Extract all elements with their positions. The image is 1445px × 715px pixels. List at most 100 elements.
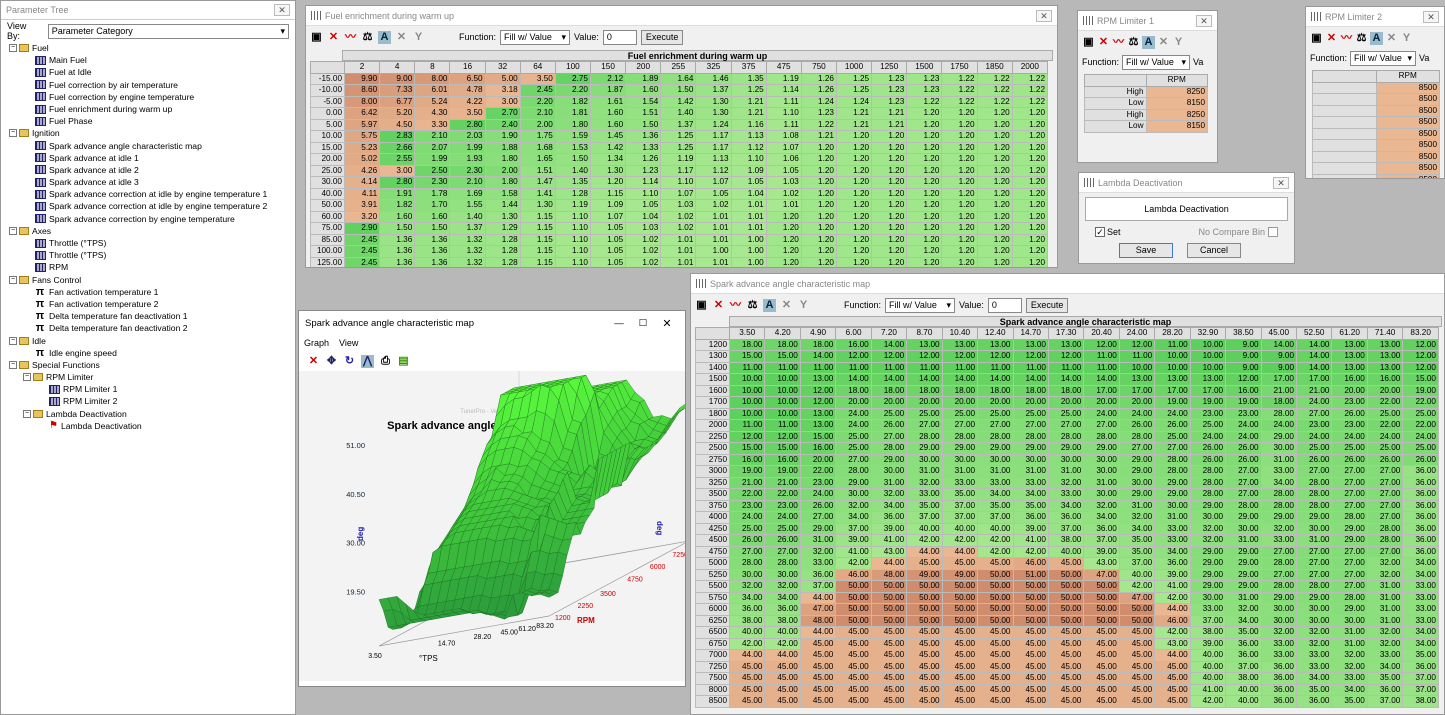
table-cell[interactable]: 1.36 [414,256,451,267]
table-cell[interactable]: 1.07 [589,210,627,223]
table-cell[interactable]: 1.20 [1011,118,1049,131]
close-icon[interactable]: ✕ [1196,14,1212,27]
table-cell[interactable]: 10.00 [728,384,766,397]
table-cell[interactable]: 50.00 [977,603,1014,616]
table-cell[interactable]: 42.00 [906,534,943,547]
table-cell[interactable]: 1.19 [660,153,697,166]
table-cell[interactable]: 1.20 [1011,130,1049,143]
table-cell[interactable]: 1.28 [484,233,521,246]
collapse-icon[interactable]: − [9,360,17,369]
table-cell[interactable]: 1.20 [835,210,873,223]
table-cell[interactable]: 50.00 [1012,580,1049,593]
table-cell[interactable]: 34.00 [728,591,766,604]
table-cell[interactable]: 1.80 [554,118,591,131]
table-cell[interactable]: 4.11 [343,187,381,200]
table-cell[interactable]: 28.00 [1260,488,1298,501]
table-cell[interactable]: 13.00 [799,407,837,420]
table-cell[interactable]: 50.00 [1047,603,1085,616]
table-cell[interactable]: 1.20 [906,118,943,131]
table-cell[interactable]: 30.00 [835,488,872,501]
table-cell[interactable]: 33.00 [1331,672,1368,685]
table-cell[interactable]: 38.00 [764,614,801,627]
table-cell[interactable]: 1.04 [625,210,662,223]
table-cell[interactable]: 34.00 [1366,660,1404,673]
table-cell[interactable]: 4.22 [449,95,486,108]
table-cell[interactable]: 20.00 [870,396,908,409]
table-cell[interactable]: 1.60 [625,84,662,97]
table-cell[interactable]: 3.20 [343,210,381,223]
table-cell[interactable]: 27.00 [1331,568,1368,581]
table-cell[interactable]: 1.20 [941,210,978,223]
tree-item[interactable]: Fuel Phase [9,115,295,127]
table-cell[interactable]: 11.00 [906,361,943,374]
table-cell[interactable]: 20.00 [941,396,979,409]
table-cell[interactable]: 11.00 [977,361,1014,374]
table-cell[interactable]: 11.00 [728,419,766,432]
table-cell[interactable]: 27.00 [1295,407,1333,420]
table-cell[interactable]: 1.20 [976,118,1013,131]
clear-icon[interactable]: ✕ [1325,32,1338,45]
table-cell[interactable]: 25.00 [870,407,908,420]
table-cell[interactable]: 45.00 [1154,660,1191,673]
table-cell[interactable]: 1.20 [941,222,978,235]
table-cell[interactable]: 1.24 [835,95,873,108]
menu-view[interactable]: View [339,338,358,348]
table-cell[interactable]: 45.00 [941,626,979,639]
table-cell[interactable]: 41.00 [835,545,872,558]
table-cell[interactable]: 25.00 [1012,407,1049,420]
table-cell[interactable]: 50.00 [1118,603,1156,616]
table-cell[interactable]: 1.20 [800,176,837,189]
table-cell[interactable]: 1.20 [1011,233,1049,246]
table-cell[interactable]: 50.00 [870,603,908,616]
table-cell[interactable]: 45.00 [1012,660,1049,673]
table-cell[interactable]: 29.00 [1260,430,1298,443]
table-cell[interactable]: 30.00 [1189,511,1227,524]
table-cell[interactable]: 26.00 [1189,453,1227,466]
table-cell[interactable]: 9.00 [1260,361,1298,374]
table-cell[interactable]: 1.22 [1011,84,1049,97]
close-icon[interactable]: ✕ [274,4,290,16]
table-cell[interactable]: 1.07 [765,141,802,154]
table-cell[interactable]: 45.00 [1118,672,1156,685]
table-cell[interactable]: 24.00 [799,488,837,501]
table-cell[interactable]: 45.00 [1012,695,1049,708]
table-cell[interactable]: 37.00 [1402,683,1439,696]
table-cell[interactable]: 9.00 [1225,338,1262,351]
table-cell[interactable]: 45.00 [977,695,1014,708]
table-cell[interactable]: 18.00 [906,384,943,397]
table-cell[interactable]: 13.00 [1366,361,1404,374]
table-cell[interactable]: 40.00 [728,626,766,639]
table-cell[interactable]: 29.00 [977,442,1014,455]
tree-item[interactable]: Spark advance at idle 1 [9,152,295,164]
table-cell[interactable]: 30.00 [1047,453,1085,466]
table-cell[interactable]: 45.00 [1012,637,1049,650]
table-cell[interactable]: 50.00 [977,591,1014,604]
table-cell[interactable]: 1.75 [519,130,556,143]
table-cell[interactable]: 29.00 [1225,568,1262,581]
table-cell[interactable]: 45.00 [1047,626,1085,639]
table-cell[interactable]: 45.00 [1154,695,1191,708]
table-cell[interactable]: 27.00 [1331,465,1368,478]
table-cell[interactable]: 13.00 [906,338,943,351]
table-cell[interactable]: 1.00 [730,245,767,258]
table-cell[interactable]: 47.00 [799,603,837,616]
table-cell[interactable]: 1.29 [484,222,521,235]
table-cell[interactable]: 1.05 [589,222,627,235]
table-cell[interactable]: 45.00 [977,672,1014,685]
maximize-icon[interactable]: ☐ [631,318,655,329]
table-cell[interactable]: 37.00 [835,522,872,535]
table-cell[interactable]: 33.00 [1295,649,1333,662]
table-cell[interactable]: 1.01 [730,199,767,212]
tree-item[interactable]: Fuel enrichment during warm up [9,103,295,115]
print-icon[interactable]: ⎙ [379,355,392,368]
table-cell[interactable]: 1.02 [625,245,662,258]
table-cell[interactable]: 45.00 [1083,672,1120,685]
table-cell[interactable]: 11.00 [1154,338,1191,351]
table-cell[interactable]: 50.00 [870,614,908,627]
table-cell[interactable]: 1.28 [484,245,521,258]
table-cell[interactable]: 23.00 [1331,396,1368,409]
table-cell[interactable]: 30.00 [1225,522,1262,535]
table-cell[interactable]: 2.83 [379,130,416,143]
table-cell[interactable]: 1.01 [695,210,732,223]
table-cell[interactable]: 45.00 [1012,626,1049,639]
